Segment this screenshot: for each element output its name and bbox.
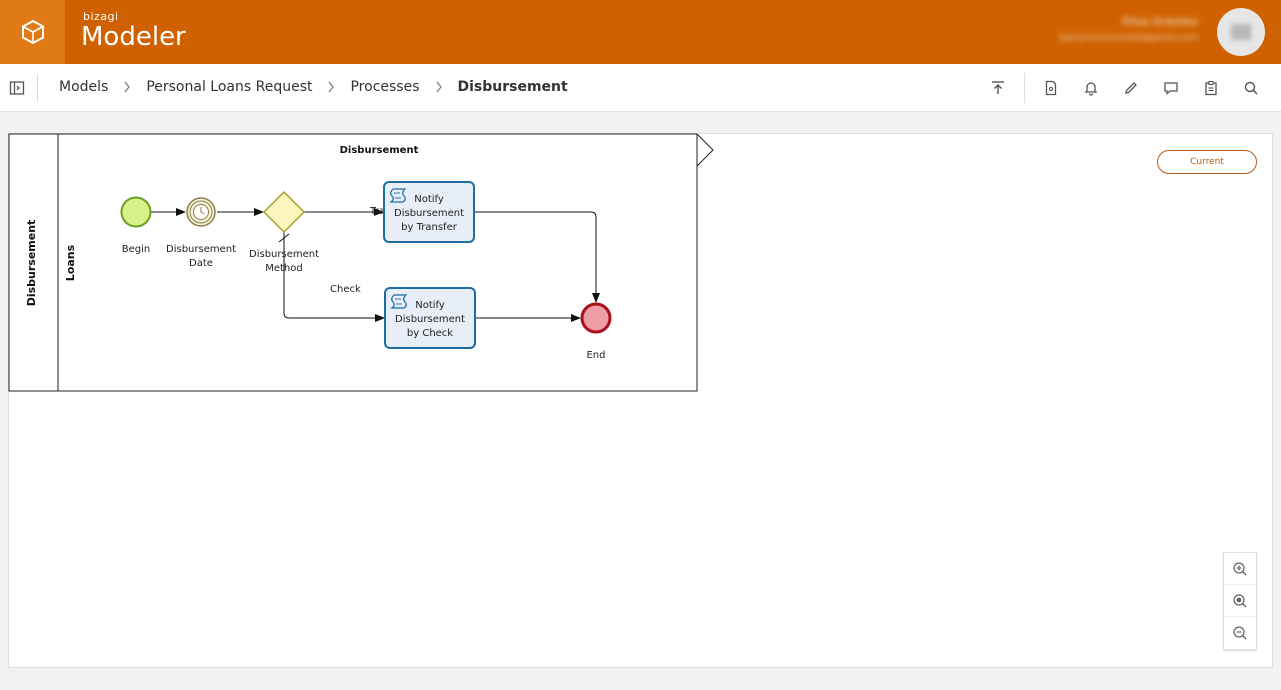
task-check-label-line1: Notify (415, 300, 445, 311)
pool[interactable]: Disbursement Loans Disbursement (8, 133, 714, 392)
task-transfer-label-line1: Notify (414, 194, 444, 205)
zoom-out-icon[interactable] (1224, 617, 1256, 649)
lane-label: Loans (64, 244, 77, 281)
start-event-label: Begin (122, 244, 150, 255)
timer-event-label-line1: Disbursement (166, 244, 236, 255)
timer-event-label-line2: Date (189, 258, 213, 269)
version-badge[interactable]: Current (1157, 150, 1257, 174)
task-notify-check[interactable]: Notify Disbursement by Check (384, 287, 476, 349)
end-event-label: End (586, 350, 605, 361)
task-check-label-line3: by Check (407, 328, 453, 339)
gateway-label-line2: Method (265, 263, 303, 274)
flow-label-check: Check (330, 284, 361, 295)
pool-label: Disbursement (25, 220, 38, 307)
clock-icon (193, 204, 209, 220)
zoom-in-icon[interactable] (1224, 553, 1256, 585)
bpmn-diagram: Disbursement Loans Disbursement Transfer… (8, 133, 714, 392)
task-notify-transfer[interactable]: Notify Disbursement by Transfer (383, 181, 475, 243)
zoom-reset-icon[interactable] (1224, 585, 1256, 617)
task-transfer-label-line2: Disbursement (394, 208, 464, 219)
gateway-label-line1: Disbursement (249, 249, 319, 260)
diagram-title: Disbursement (340, 145, 419, 156)
zoom-controls (1223, 552, 1257, 650)
task-check-label-line2: Disbursement (395, 314, 465, 325)
task-transfer-label-line3: by Transfer (401, 222, 458, 233)
